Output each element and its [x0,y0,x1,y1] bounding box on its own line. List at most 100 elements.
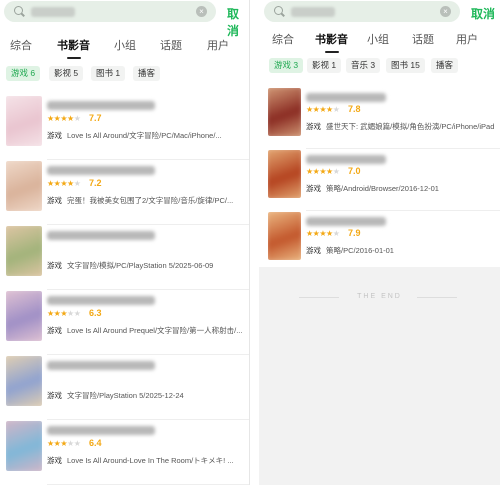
item-type: 游戏 [47,261,62,270]
rating-value: 7.2 [89,178,102,188]
filter-music[interactable]: 音乐 3 [346,58,381,73]
stars-filled: ★★★★ [306,105,333,114]
item-details: 文字冒险/模拟/PC/PlayStation 5/2025-06-09 [67,261,214,270]
item-type: 游戏 [47,131,62,140]
rating-stars: ★★★★★ [47,114,81,123]
filter-books[interactable]: 图书 15 [386,58,425,73]
item-meta: 游戏 Love Is All Around Prequel/文字冒险/第一人称射击… [47,325,243,336]
item-title-blurred[interactable] [47,166,155,175]
item-meta: 游戏 盛世天下: 武媚娘篇/模拟/角色扮演/PC/iPhone/iPad/... [306,121,494,132]
cover-art-blurred [6,226,42,276]
search-query-blurred [31,6,75,17]
tab-overview[interactable]: 综合 [10,37,32,53]
divider [47,419,249,420]
list-item[interactable]: 游戏 文字冒险/PlayStation 5/2025-12-24 [0,356,249,421]
cover-image[interactable] [268,150,301,198]
rating-stars: ★★★★★ [47,439,81,448]
filter-podcasts[interactable]: 播客 [431,58,459,73]
item-title-blurred[interactable] [47,231,155,240]
rating-stars: ★★★★★ [306,229,340,238]
stars-filled: ★★★ [47,309,68,318]
rating-value: 6.4 [89,438,102,448]
item-title-blurred[interactable] [306,217,386,226]
filter-film-tv[interactable]: 影视 5 [49,66,84,81]
list-item[interactable]: ★★★★★ 7.7 游戏 Love Is All Around/文字冒险/PC/Mac… [0,96,249,161]
cancel-button[interactable]: 取消 [227,5,249,39]
stars-empty: ★★ [67,309,81,318]
search-bar: × 取消 [259,0,500,24]
filter-games[interactable]: 游戏 6 [6,66,41,81]
item-meta: 游戏 文字冒险/模拟/PC/PlayStation 5/2025-06-09 [47,260,243,271]
cover-art-blurred [6,356,42,406]
rating-stars: ★★★★★ [306,167,340,176]
tab-users[interactable]: 用户 [207,37,229,53]
stars-filled: ★★★★ [47,114,74,123]
clear-icon[interactable]: × [440,6,451,17]
rating-value: 7.0 [348,166,361,176]
divider [417,297,457,298]
stars-filled: ★★★★ [306,229,333,238]
stars-empty: ★ [332,167,340,176]
list-item[interactable]: ★★★★★ 7.2 游戏 完蛋！我被美女包围了2/文字冒险/音乐/旋律/PC/... [0,161,249,226]
list-item[interactable]: ★★★★★ 7.0 游戏 策略/Android/Browser/2016-12-01 [259,150,500,212]
item-details: 盛世天下: 武媚娘篇/模拟/角色扮演/PC/iPhone/iPad/... [326,122,494,131]
rating-stars: ★★★★★ [47,309,81,318]
item-title-blurred[interactable] [306,93,386,102]
cover-image[interactable] [268,212,301,260]
item-title-blurred[interactable] [47,361,155,370]
left-search-screen: × 取消 综合 书影音 小组 话题 用户 游戏 6 影视 5 图书 1 播客 ★… [0,0,250,485]
list-item[interactable]: 游戏 文字冒险/模拟/PC/PlayStation 5/2025-06-09 [0,226,249,291]
list-item[interactable]: ★★★★★ 6.4 游戏 Love Is All Around-Love In The… [0,421,249,485]
item-title-blurred[interactable] [47,296,155,305]
tab-books-movies-music[interactable]: 书影音 [315,31,348,53]
cover-art-blurred [6,291,42,341]
tab-groups[interactable]: 小组 [114,37,136,53]
filter-film-tv[interactable]: 影视 1 [307,58,342,73]
stars-empty: ★ [332,229,340,238]
cover-image[interactable] [6,96,42,146]
tab-users[interactable]: 用户 [456,31,478,47]
cover-image[interactable] [6,291,42,341]
tab-books-movies-music[interactable]: 书影音 [57,37,90,59]
filter-games[interactable]: 游戏 3 [269,58,304,73]
item-details: 策略/PC/2016-01-01 [326,246,394,255]
tab-overview[interactable]: 综合 [272,31,294,47]
filter-podcasts[interactable]: 播客 [133,66,161,81]
item-meta: 游戏 Love Is All Around/文字冒险/PC/Mac/iPhone/… [47,130,243,141]
item-type: 游戏 [306,184,321,193]
item-details: 完蛋！我被美女包围了2/文字冒险/音乐/旋律/PC/... [67,196,234,205]
stars-empty: ★ [73,114,81,123]
list-item[interactable]: ★★★★★ 7.9 游戏 策略/PC/2016-01-01 [259,212,500,274]
cover-image[interactable] [6,356,42,406]
filter-books[interactable]: 图书 1 [91,66,126,81]
cover-art-blurred [6,421,42,471]
tab-topics[interactable]: 话题 [412,31,434,47]
stars-empty: ★ [73,179,81,188]
cover-image[interactable] [268,88,301,136]
list-item[interactable]: ★★★★★ 6.3 游戏 Love Is All Around Prequel/文字冒… [0,291,249,356]
item-title-blurred[interactable] [47,101,155,110]
cover-image[interactable] [6,161,42,211]
item-meta: 游戏 Love Is All Around-Love In The Room/トキ… [47,455,243,466]
divider [306,148,500,149]
cover-image[interactable] [6,226,42,276]
right-search-screen: × 取消 综合 书影音 小组 话题 用户 游戏 3 影视 1 音乐 3 图书 1… [259,0,500,485]
item-title-blurred[interactable] [47,426,155,435]
tab-topics[interactable]: 话题 [160,37,182,53]
cancel-button[interactable]: 取消 [471,5,495,22]
clear-icon[interactable]: × [196,6,207,17]
item-title-blurred[interactable] [306,155,386,164]
stars-filled: ★★★ [47,439,68,448]
search-input[interactable]: × [4,1,216,22]
list-item[interactable]: ★★★★★ 7.8 游戏 盛世天下: 武媚娘篇/模拟/角色扮演/PC/iPhone/i… [259,88,500,150]
search-input[interactable]: × [264,1,460,22]
item-details: 策略/Android/Browser/2016-12-01 [326,184,439,193]
divider [47,289,249,290]
cover-image[interactable] [6,421,42,471]
item-details: Love Is All Around/文字冒险/PC/Mac/iPhone/..… [67,131,222,140]
rating-stars: ★★★★★ [47,179,81,188]
divider [47,224,249,225]
item-type: 游戏 [47,326,62,335]
rating-value: 6.3 [89,308,102,318]
tab-groups[interactable]: 小组 [367,31,389,47]
